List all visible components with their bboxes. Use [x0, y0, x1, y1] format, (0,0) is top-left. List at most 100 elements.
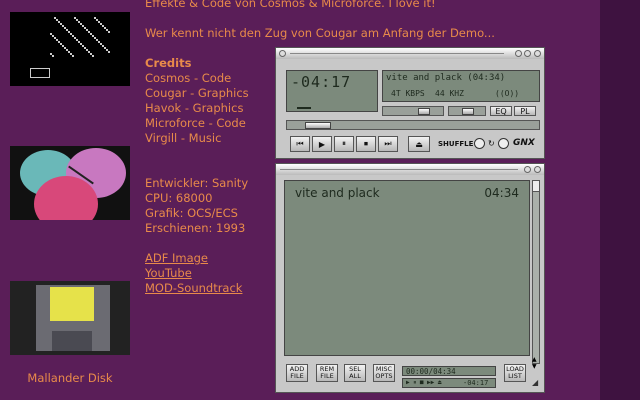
seek-bar[interactable]	[286, 120, 540, 130]
repeat-toggle[interactable]	[498, 138, 509, 149]
star-dot	[102, 25, 104, 27]
rem-file-button[interactable]: REM FILE	[316, 364, 338, 382]
star-dot	[108, 51, 110, 53]
time-readout: -04:17	[291, 73, 352, 91]
star-dot	[82, 25, 84, 27]
shade-icon[interactable]	[524, 50, 531, 57]
play-icon: ▶	[318, 139, 326, 149]
star-dot	[84, 27, 86, 29]
thumb-logo-shape	[30, 68, 50, 78]
stereo-indicator: ((O))	[495, 89, 520, 98]
mini-transport-icons[interactable]: ▶ ⏸ ■ ▶▶ ⏏	[406, 379, 442, 387]
star-dot	[64, 27, 66, 29]
shade-icon[interactable]	[524, 166, 531, 173]
playlist-titlebar[interactable]	[276, 164, 544, 175]
gnx-logo[interactable]: GNX	[513, 138, 535, 148]
disk-shutter-shape	[52, 331, 92, 351]
next-button[interactable]: ⏭	[378, 136, 398, 152]
info-item: Entwickler: Sanity	[145, 176, 249, 190]
minimize-icon[interactable]	[515, 50, 522, 57]
playlist-entry[interactable]: vite and plack 04:34	[295, 186, 519, 200]
previous-button[interactable]: ⏮	[290, 136, 310, 152]
eq-button[interactable]: EQ	[490, 106, 512, 116]
misc-opts-button[interactable]: MISC OPTS	[373, 364, 395, 382]
menu-icon[interactable]	[279, 50, 286, 57]
info-item: Grafik: OCS/ECS	[145, 206, 238, 220]
star-dot	[74, 37, 76, 39]
repeat-icon: ↻	[488, 139, 495, 148]
star-dot	[86, 49, 88, 51]
pause-button[interactable]: ⏸	[334, 136, 354, 152]
intro-line-1: Effekte & Code von Cosmos & Microforce. …	[145, 0, 436, 10]
star-dot	[94, 17, 96, 19]
player-titlebar[interactable]	[276, 48, 544, 59]
playlist-time-readout: 00:00/04:34	[406, 367, 456, 376]
sel-all-button[interactable]: SEL ALL	[344, 364, 366, 382]
star-dot	[70, 33, 72, 35]
load-list-button[interactable]: LOAD LIST	[504, 364, 526, 382]
star-dot	[68, 51, 70, 53]
thumbnail-circles[interactable]	[10, 146, 130, 220]
mini-time-readout: -04:17	[463, 379, 489, 387]
close-icon[interactable]	[534, 166, 541, 173]
star-dot	[96, 39, 98, 41]
shuffle-toggle[interactable]	[474, 138, 485, 149]
star-dot	[56, 39, 58, 41]
star-dot	[76, 19, 78, 21]
thumbnail-disk[interactable]	[10, 281, 130, 355]
star-dot	[92, 55, 94, 57]
time-display[interactable]: -04:17	[286, 70, 378, 112]
star-dot	[78, 41, 80, 43]
balance-knob[interactable]	[462, 108, 474, 115]
star-dot	[98, 41, 100, 43]
scroll-down-icon[interactable]: ▼	[532, 363, 537, 370]
star-dot	[90, 33, 92, 35]
star-dot	[80, 23, 82, 25]
scroll-up-icon[interactable]: ▲	[532, 356, 537, 363]
intro-line-2: Wer kennt nicht den Zug von Cougar am An…	[145, 26, 495, 40]
resize-grip-icon[interactable]: ◢	[532, 378, 538, 387]
credit-item: Cosmos - Code	[145, 71, 232, 85]
volume-knob[interactable]	[418, 108, 430, 115]
info-item: CPU: 68000	[145, 191, 213, 205]
star-dot	[72, 55, 74, 57]
visualizer-icon	[297, 97, 311, 109]
star-dot	[66, 49, 68, 51]
seek-knob[interactable]	[305, 122, 331, 129]
credit-item: Virgill - Music	[145, 131, 222, 145]
play-button[interactable]: ▶	[312, 136, 332, 152]
star-dot	[74, 17, 76, 19]
player-main-window: -04:17 vite and plack (04:34) 4T KBPS 44…	[275, 47, 545, 159]
link-youtube[interactable]: YouTube	[145, 266, 192, 281]
titlebar-line	[280, 169, 518, 170]
star-dot	[66, 29, 68, 31]
mini-controls: ▶ ⏸ ■ ▶▶ ⏏ -04:17	[402, 378, 496, 388]
samplerate-readout: 44 KHZ	[435, 89, 464, 98]
eject-button[interactable]: ⏏	[408, 136, 430, 152]
star-dot	[102, 45, 104, 47]
volume-slider[interactable]	[382, 106, 444, 116]
playlist-window: vite and plack 04:34 ▲ ▼ ADD FILE REM FILE…	[275, 163, 545, 393]
playlist-scrollbar[interactable]	[532, 180, 540, 364]
add-file-button[interactable]: ADD FILE	[286, 364, 308, 382]
next-icon: ⏭	[384, 139, 392, 148]
stop-button[interactable]: ⏹	[356, 136, 376, 152]
right-margin	[600, 0, 640, 400]
star-dot	[106, 29, 108, 31]
thumbnail-starfield[interactable]	[10, 12, 130, 86]
info-item: Erschienen: 1993	[145, 221, 246, 235]
star-dot	[104, 47, 106, 49]
playlist-list[interactable]: vite and plack 04:34	[284, 180, 530, 356]
playlist-toggle-button[interactable]: PL	[514, 106, 536, 116]
star-dot	[106, 49, 108, 51]
star-dot	[52, 55, 54, 57]
link-mod-soundtrack[interactable]: MOD-Soundtrack	[145, 281, 242, 296]
balance-slider[interactable]	[448, 106, 486, 116]
close-icon[interactable]	[534, 50, 541, 57]
scrollbar-thumb[interactable]	[533, 181, 539, 192]
star-dot	[88, 51, 90, 53]
star-dot	[92, 35, 94, 37]
thumbnail-caption: Mallander Disk	[27, 371, 113, 385]
link-adf-image[interactable]: ADF Image	[145, 251, 208, 266]
shuffle-label[interactable]: SHUFFLE	[438, 140, 473, 148]
